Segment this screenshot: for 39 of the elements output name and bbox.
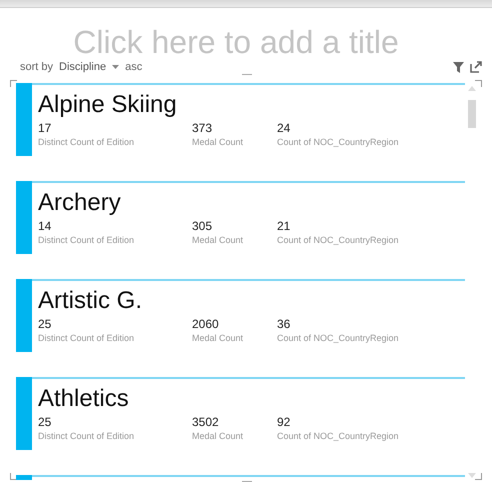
card-title: Alpine Skiing	[38, 91, 178, 120]
discipline-card[interactable]: Alpine Skiing 17 Distinct Count of Edition 373 Medal Count 24 Count of NOC_CountryRegion	[16, 83, 465, 156]
metric-label: Distinct Count of Edition	[38, 430, 136, 443]
sort-order-toggle[interactable]: asc	[125, 61, 142, 73]
metric-value: 305	[192, 219, 214, 234]
metric-label: Distinct Count of Edition	[38, 136, 136, 149]
metric-label: Medal Count	[192, 332, 244, 345]
metric-label: Count of NOC_CountryRegion	[277, 234, 400, 247]
metric-value: 3502	[192, 415, 220, 430]
card-title: Artistic G.	[38, 287, 144, 316]
metric-label: Medal Count	[192, 136, 244, 149]
metric-label: Medal Count	[192, 234, 244, 247]
metric-label: Medal Count	[192, 430, 244, 443]
discipline-card[interactable]: Athletics 25 Distinct Count of Edition 3502 Medal Count 92 Count of NOC_CountryRegion	[16, 377, 465, 450]
metric-value: 92	[277, 415, 292, 430]
scrollbar-thumb[interactable]	[468, 100, 476, 128]
discipline-card[interactable]: Artistic G. 25 Distinct Count of Edition 2060 Medal Count 36 Count of NOC_CountryRegion	[16, 279, 465, 352]
card-title: Archery	[38, 189, 122, 218]
card-title: Athletics	[38, 385, 130, 414]
metric-value: 25	[38, 317, 52, 332]
metric-value: 14	[38, 219, 52, 234]
metric-label: Count of NOC_CountryRegion	[277, 136, 400, 149]
metric-value: 373	[192, 121, 214, 136]
metric-label: Distinct Count of Edition	[38, 234, 136, 247]
metric-value: 36	[277, 317, 292, 332]
metric-value: 24	[277, 121, 292, 136]
metric-label: Distinct Count of Edition	[38, 332, 136, 345]
dropdown-caret-icon[interactable]	[112, 65, 120, 69]
filter-icon[interactable]	[453, 62, 464, 72]
metric-value: 17	[38, 121, 52, 136]
sort-label: sort by	[20, 61, 54, 73]
discipline-card[interactable]: Archery 14 Distinct Count of Edition 305 Medal Count 21 Count of NOC_CountryRegion	[16, 181, 465, 254]
metric-label: Count of NOC_CountryRegion	[277, 430, 400, 443]
metric-value: 21	[277, 219, 292, 234]
metric-label: Count of NOC_CountryRegion	[277, 332, 400, 345]
metric-value: 2060	[192, 317, 220, 332]
pop-out-icon[interactable]	[470, 61, 482, 73]
sort-field-dropdown[interactable]: Discipline	[59, 61, 106, 73]
metric-value: 25	[38, 415, 52, 430]
